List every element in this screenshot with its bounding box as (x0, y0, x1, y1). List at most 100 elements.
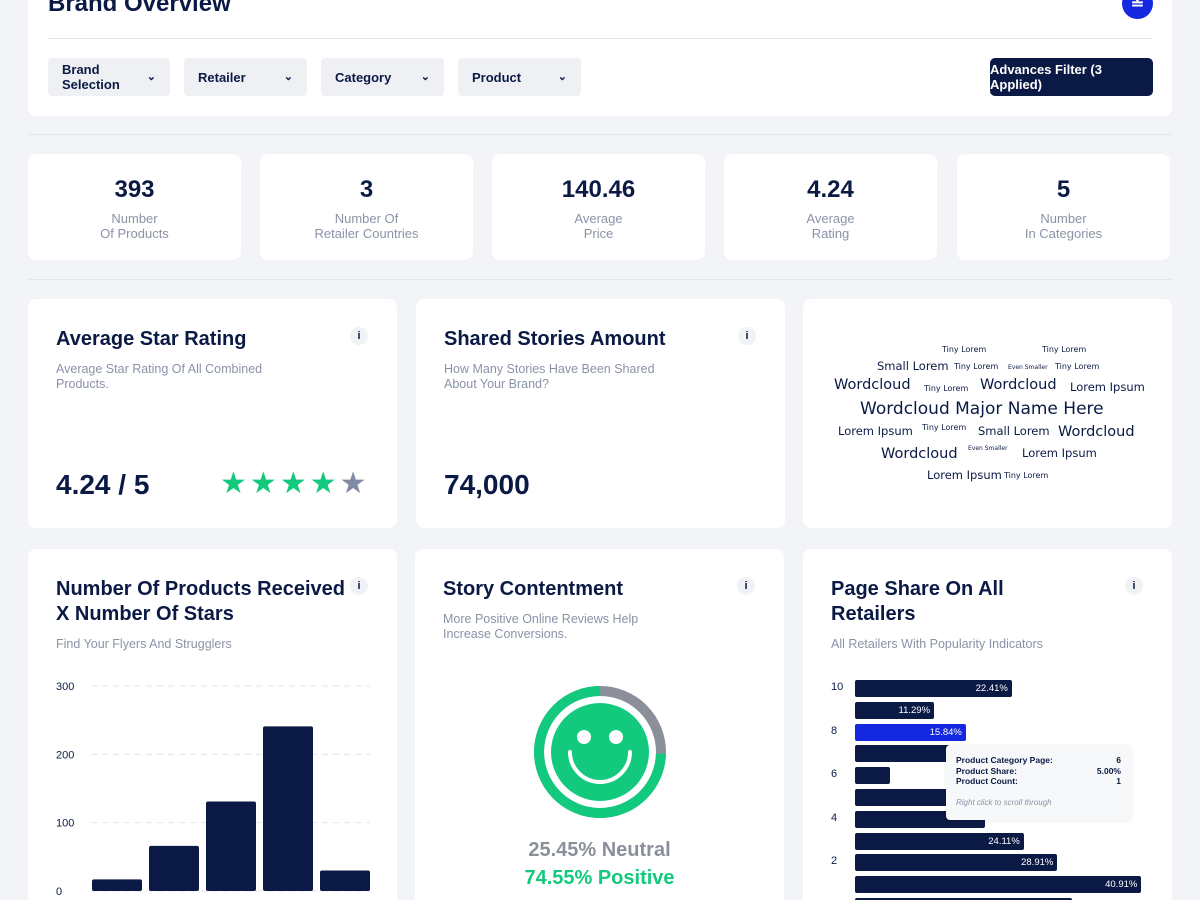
y-tick-label: 100 (56, 818, 74, 830)
wordcloud-word: Wordcloud (1058, 424, 1135, 440)
wordcloud-word: Lorem Ipsum (1022, 446, 1097, 460)
star-rating-display: ★ ★ ★ ★ ★ (220, 469, 367, 499)
page-share-bar[interactable]: 15.84% (855, 723, 966, 741)
smiley-eye (577, 730, 591, 744)
bar[interactable] (149, 845, 199, 891)
card-title: Story Contentment (443, 578, 623, 600)
chevron-down-icon: ⌄ (146, 70, 156, 83)
y-tick-label: 8 (831, 724, 838, 737)
wordcloud-word: Tiny Lorem (924, 384, 969, 393)
tooltip-value: 5.00% (1096, 766, 1121, 776)
wordcloud-word: Tiny Lorem (1055, 362, 1100, 371)
wordcloud-word: Even Smaller (968, 445, 1008, 452)
partial-star-icon: ★ (339, 467, 367, 500)
divider (48, 38, 1152, 39)
filter-label: Product (472, 69, 522, 85)
bar[interactable] (263, 726, 313, 891)
kpi-value: 140.46 (561, 176, 636, 203)
filter-label: Retailer (198, 69, 246, 85)
kpi-label: Number In Categories (1024, 211, 1103, 241)
wordcloud-word: Tiny Lorem (922, 423, 967, 432)
page-share-bar[interactable]: 22.41% (855, 680, 1012, 697)
kpi-label: Number Of Products (100, 211, 169, 241)
info-icon[interactable]: i (737, 577, 755, 595)
avatar[interactable]: ≚ (1122, 0, 1153, 19)
wordcloud-word: Lorem Ipsum (838, 424, 913, 438)
tooltip-label: Product Share: (956, 766, 1017, 776)
kpi-value: 4.24 (807, 176, 854, 203)
category-dropdown[interactable]: Category ⌄ (321, 58, 444, 96)
page-share-card: Page Share On All Retailers All Retailers… (803, 549, 1172, 900)
chevron-down-icon: ⌄ (420, 70, 430, 83)
kpi-label: Average Price (574, 211, 623, 241)
smiley-face (551, 703, 649, 801)
kpi-average-rating: 4.24 Average Rating (724, 154, 937, 260)
kpi-value: 393 (114, 176, 155, 203)
divider (28, 134, 1172, 135)
bar[interactable] (206, 801, 256, 891)
kpi-number-of-products: 393 Number Of Products (28, 154, 241, 260)
wordcloud-word: Wordcloud Major Name Here (860, 399, 1104, 419)
info-icon[interactable]: i (350, 327, 368, 345)
shared-stories-card: Shared Stories Amount How Many Stories H… (416, 299, 785, 528)
filter-label: Brand Selection (62, 62, 120, 92)
brand-selection-dropdown[interactable]: Brand Selection ⌄ (48, 58, 170, 96)
page-share-bar[interactable]: 24.11% (855, 832, 1024, 850)
kpi-label: Average Rating (806, 211, 855, 241)
wordcloud-word: Tiny Lorem (1042, 345, 1087, 354)
wordcloud-card: Tiny Lorem Tiny Lorem Small Lorem Tiny L… (803, 299, 1172, 528)
smiley-icon (534, 686, 666, 818)
rating-value: 4.24 / 5 (56, 469, 150, 500)
wordcloud-word: Small Lorem (978, 424, 1050, 438)
page-share-bar[interactable]: 40.91% (855, 876, 1142, 894)
wordcloud-word: Wordcloud (980, 377, 1057, 393)
tooltip-label: Product Count: (956, 776, 1018, 786)
wordcloud-word: Even Smaller (1008, 364, 1048, 371)
y-tick-label: 6 (831, 768, 838, 781)
neutral-percentage: 25.45% Neutral (528, 839, 671, 861)
star-icon: ★ (279, 467, 307, 500)
chevron-down-icon: ⌄ (557, 70, 567, 83)
star-icon: ★ (249, 467, 277, 500)
card-subtitle: More Positive Online Reviews Help Increas… (443, 612, 639, 641)
kpi-categories: 5 Number In Categories (957, 154, 1170, 260)
average-star-rating-card: Average Star Rating Average Star Rating … (28, 299, 397, 528)
chevron-down-icon: ⌄ (283, 70, 293, 83)
info-icon[interactable]: i (738, 327, 756, 345)
card-title: Shared Stories Amount (444, 328, 666, 350)
y-tick-label: 0 (56, 886, 62, 898)
header-card: Brand Overview ≚ Brand Selection ⌄ Retai… (28, 0, 1172, 116)
card-title: Page Share On All Retailers (831, 578, 1004, 625)
products-by-stars-card: Number Of Products Received X Number Of S… (28, 549, 397, 900)
page-share-bar[interactable]: 28.91% (855, 854, 1058, 872)
bar-chart: 0 100 200 300 (56, 681, 370, 898)
wordcloud-word: Tiny Lorem (942, 345, 987, 354)
advanced-filter-button[interactable]: Advances Filter (3 Applied) (990, 58, 1153, 96)
y-tick-label: 2 (831, 855, 838, 868)
smiley-eye (609, 730, 623, 744)
wordcloud-word: Small Lorem (877, 359, 949, 373)
wordcloud-word: Tiny Lorem (1004, 471, 1049, 480)
page-share-bar[interactable] (855, 767, 890, 785)
kpi-retailer-countries: 3 Number Of Retailer Countries (260, 154, 473, 260)
card-title: Average Star Rating (56, 328, 247, 350)
page-share-bar[interactable]: 11.29% (855, 701, 935, 719)
retailer-dropdown[interactable]: Retailer ⌄ (184, 58, 307, 96)
bar[interactable] (320, 870, 370, 892)
card-subtitle: Average Star Rating Of All Combined Produ… (56, 362, 263, 391)
kpi-value: 3 (359, 176, 374, 203)
y-tick-label: 10 (831, 681, 844, 693)
tooltip-label: Product Category Page: (956, 755, 1053, 765)
filter-label: Category (335, 69, 392, 85)
y-tick-label: 300 (56, 681, 74, 693)
tooltip-value: 1 (1116, 776, 1121, 786)
wordcloud-word: Wordcloud (881, 446, 958, 462)
y-tick-label: 200 (56, 749, 74, 761)
product-dropdown[interactable]: Product ⌄ (458, 58, 581, 96)
wordcloud-word: Wordcloud (834, 377, 911, 393)
info-icon[interactable]: i (1125, 577, 1143, 595)
stories-value: 74,000 (444, 469, 530, 500)
bar[interactable] (92, 879, 142, 891)
story-contentment-card: Story Contentment More Positive Online R… (415, 549, 784, 900)
card-subtitle: All Retailers With Popularity Indicators (831, 637, 1043, 651)
